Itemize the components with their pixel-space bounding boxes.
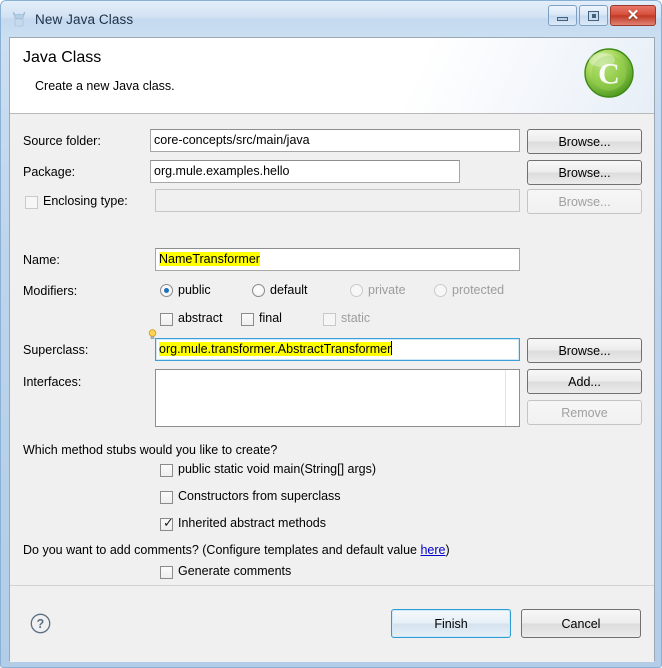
text-caret — [391, 341, 393, 355]
interfaces-label: Interfaces: — [23, 375, 82, 389]
superclass-input[interactable]: org.mule.transformer.AbstractTransformer — [155, 338, 520, 361]
generate-comments-label: Generate comments — [178, 564, 292, 578]
svg-text:?: ? — [37, 617, 45, 631]
minimize-icon — [557, 16, 568, 21]
maximize-icon — [588, 10, 599, 21]
stub-checkbox-constructors[interactable] — [160, 491, 173, 504]
modifier-label-abstract: abstract — [178, 311, 223, 325]
modifier-radio-protected — [434, 284, 447, 297]
comments-question-prefix: Do you want to add comments? (Configure … — [23, 543, 421, 557]
modifier-label-public: public — [178, 283, 211, 297]
close-button[interactable]: ✕ — [610, 5, 656, 26]
title-bar: New Java Class ✕ — [1, 1, 661, 37]
comments-question-suffix: ) — [445, 543, 450, 557]
maximize-button[interactable] — [579, 5, 608, 26]
wizard-header: Java Class Create a new Java class. C — [10, 38, 654, 114]
wizard-content: Source folder: core-concepts/src/main/ja… — [10, 114, 654, 585]
green-c-class-icon: C — [580, 44, 638, 102]
finish-button[interactable]: Finish — [391, 609, 511, 638]
modifiers-label: Modifiers: — [23, 284, 78, 298]
interfaces-list[interactable] — [155, 369, 520, 427]
superclass-input-value: org.mule.transformer.AbstractTransformer — [159, 342, 392, 356]
name-input-value: NameTransformer — [159, 252, 260, 266]
superclass-browse-button[interactable]: Browse... — [527, 338, 642, 363]
page-subtitle: Create a new Java class. — [35, 79, 175, 93]
modifier-checkbox-final[interactable] — [241, 313, 254, 326]
enclosing-type-browse-button: Browse... — [527, 189, 642, 214]
package-input[interactable]: org.mule.examples.hello — [150, 160, 460, 183]
modifier-radio-default[interactable] — [252, 284, 265, 297]
page-title: Java Class — [23, 49, 102, 66]
package-browse-button[interactable]: Browse... — [527, 160, 642, 185]
enclosing-type-input — [155, 189, 520, 212]
package-label: Package: — [23, 165, 76, 179]
source-folder-label: Source folder: — [23, 134, 101, 148]
source-folder-browse-button[interactable]: Browse... — [527, 129, 642, 154]
enclosing-type-label: Enclosing type: — [43, 194, 128, 208]
configure-templates-link[interactable]: here — [420, 543, 445, 557]
stub-label-constructors: Constructors from superclass — [178, 489, 341, 503]
java-class-wizard-icon — [10, 10, 28, 28]
interfaces-list-scrollbar[interactable] — [505, 370, 506, 426]
modifier-checkbox-static — [323, 313, 336, 326]
stub-label-inherited-abstract: Inherited abstract methods — [178, 516, 326, 530]
generate-comments-checkbox[interactable] — [160, 566, 173, 579]
stub-checkbox-inherited-abstract[interactable]: ✓ — [160, 516, 174, 531]
modifier-label-default: default — [270, 283, 308, 297]
comments-question: Do you want to add comments? (Configure … — [23, 543, 450, 557]
source-folder-input[interactable]: core-concepts/src/main/java — [150, 129, 520, 152]
superclass-label: Superclass: — [23, 343, 89, 357]
help-question-icon[interactable]: ? — [30, 613, 51, 634]
modifier-label-static: static — [341, 311, 371, 325]
interfaces-remove-button: Remove — [527, 400, 642, 425]
dialog-footer: ? Finish Cancel — [10, 585, 654, 662]
window-title: New Java Class — [35, 11, 134, 27]
modifier-radio-private — [350, 284, 363, 297]
stub-label-main-method: public static void main(String[] args) — [178, 462, 376, 476]
method-stubs-question: Which method stubs would you like to cre… — [23, 443, 278, 457]
stub-checkbox-main-method[interactable] — [160, 464, 173, 477]
dialog-window: New Java Class ✕ Java Class Create a new… — [0, 0, 662, 668]
modifier-label-final: final — [259, 311, 282, 325]
cancel-button[interactable]: Cancel — [521, 609, 641, 638]
modifier-label-private: private — [368, 283, 406, 297]
modifier-checkbox-abstract[interactable] — [160, 313, 173, 326]
dialog-body: Java Class Create a new Java class. C So… — [9, 37, 655, 662]
check-icon: ✓ — [163, 516, 174, 531]
enclosing-type-checkbox[interactable] — [25, 196, 38, 209]
minimize-button[interactable] — [548, 5, 577, 26]
name-input[interactable]: NameTransformer — [155, 248, 520, 271]
name-label: Name: — [23, 253, 60, 267]
interfaces-add-button[interactable]: Add... — [527, 369, 642, 394]
window-controls: ✕ — [548, 5, 656, 26]
close-icon: ✕ — [626, 7, 640, 24]
modifier-radio-public[interactable] — [160, 284, 173, 297]
modifier-label-protected: protected — [452, 283, 505, 297]
